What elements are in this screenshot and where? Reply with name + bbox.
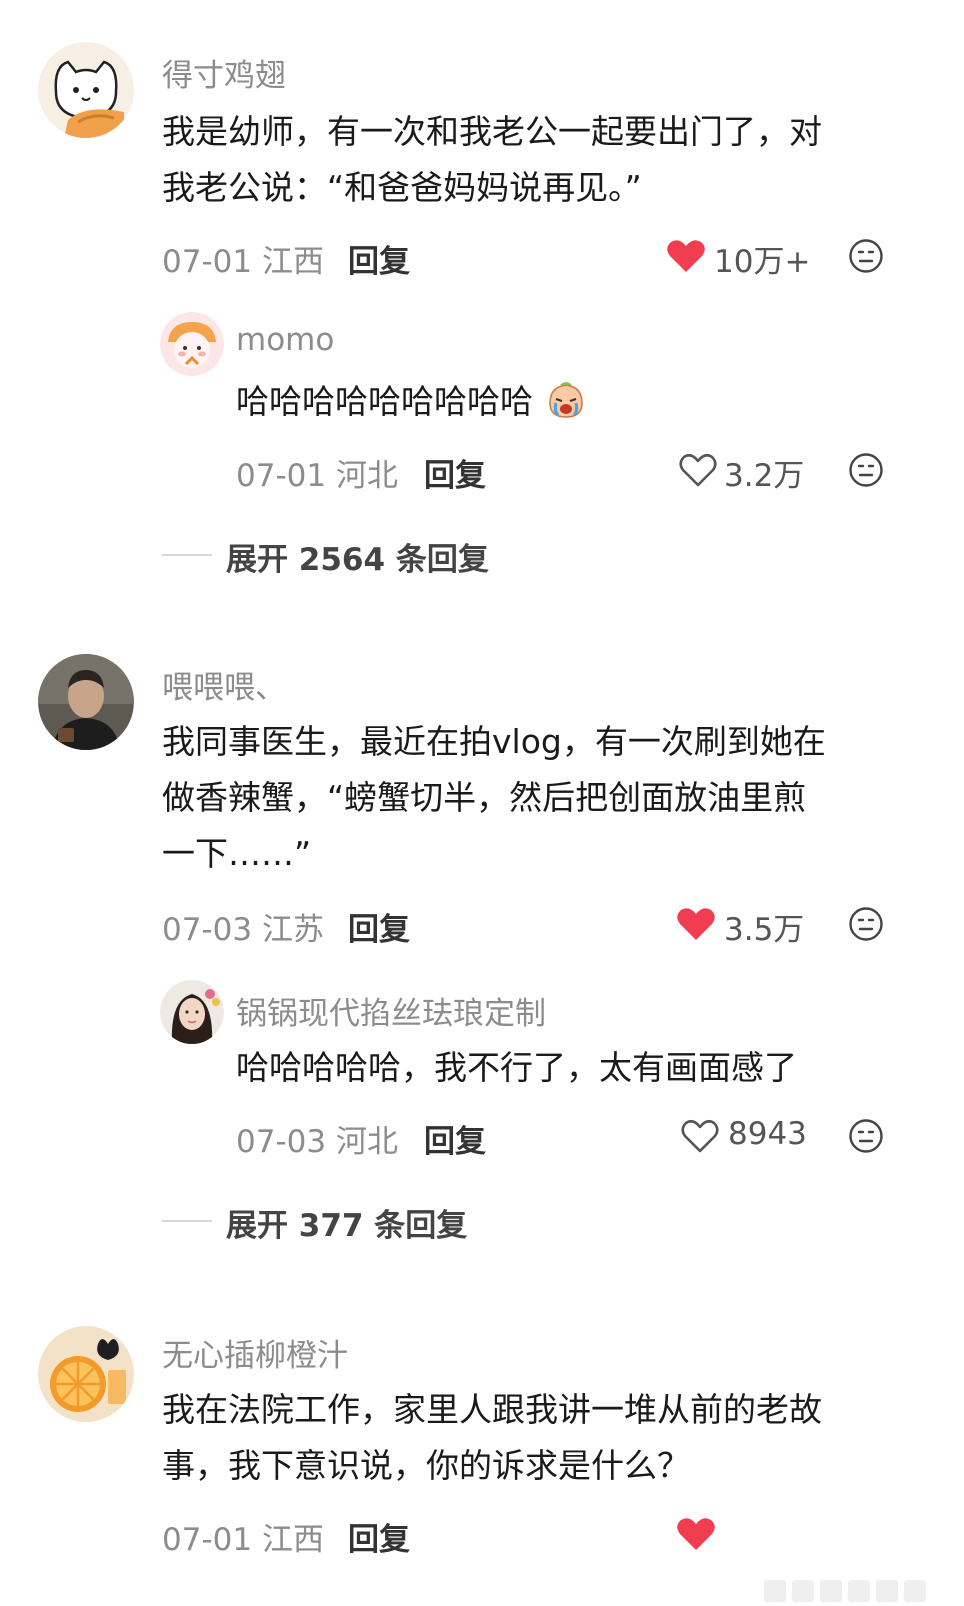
comment-username[interactable]: 无心插柳橙汁 [162, 1330, 348, 1375]
location: 河北 [335, 458, 398, 494]
date: 07-03 [162, 912, 253, 948]
comment-username[interactable]: 喂喂喂、 [162, 662, 286, 707]
reply-username[interactable]: momo [236, 322, 334, 358]
reply-button[interactable]: 回复 [348, 236, 410, 281]
avatar[interactable] [38, 1326, 134, 1422]
reply-button[interactable]: 回复 [348, 1514, 410, 1559]
avatar[interactable] [160, 980, 224, 1044]
reply-button[interactable]: 回复 [424, 450, 486, 495]
comment-text: 我是幼师，有一次和我老公一起要出门了，对 我老公说：“和爸爸妈妈说再见。” [162, 104, 822, 216]
avatar[interactable] [160, 312, 224, 376]
comment-text-line: 我在法院工作，家里人跟我讲一堆从前的老故 [162, 1390, 822, 1429]
comment-text-line: 我同事医生，最近在拍vlog，有一次刷到她在 [162, 722, 826, 761]
reply-text-content: 哈哈哈哈哈哈哈哈哈 [236, 382, 533, 421]
comment-date: 07-03 江苏 [162, 904, 324, 949]
avatar[interactable] [38, 42, 134, 138]
comment-text-line: 做香辣蟹，“螃蟹切半，然后把创面放油里煎 [162, 778, 807, 817]
emoji-face-icon[interactable] [848, 238, 884, 274]
reply-username[interactable]: 锅锅现代掐丝珐琅定制 [236, 988, 546, 1033]
location: 江苏 [261, 912, 324, 948]
reply-text: 哈哈哈哈哈哈哈哈哈 [236, 374, 588, 430]
comment-text-line: 我老公说：“和爸爸妈妈说再见。” [162, 168, 642, 207]
date: 07-03 [236, 1124, 327, 1160]
expand-divider [162, 554, 212, 556]
emoji-face-icon[interactable] [848, 452, 884, 488]
expand-replies-button[interactable]: 展开 2564 条回复 [226, 534, 489, 579]
reply-button[interactable]: 回复 [348, 904, 410, 949]
heart-icon[interactable] [676, 906, 716, 942]
comment-text: 我在法院工作，家里人跟我讲一堆从前的老故 事，我下意识说，你的诉求是什么？ [162, 1382, 822, 1494]
like-count: 8943 [728, 1116, 807, 1152]
reply-date: 07-03 河北 [236, 1116, 398, 1161]
emoji-face-icon[interactable] [848, 1118, 884, 1154]
date: 07-01 [162, 1522, 253, 1558]
watermark-block [820, 1580, 842, 1602]
heart-outline-icon[interactable] [680, 1118, 720, 1154]
avatar[interactable] [38, 654, 134, 750]
like-count: 10万+ [714, 244, 811, 280]
reply-text-content: 哈哈哈哈哈，我不行了，太有画面感了 [236, 1048, 797, 1087]
heart-icon[interactable] [676, 1516, 716, 1552]
watermark-block [904, 1580, 926, 1602]
reply-date: 07-01 河北 [236, 450, 398, 495]
reply-text: 哈哈哈哈哈，我不行了，太有画面感了 [236, 1040, 797, 1096]
location: 江西 [261, 1522, 324, 1558]
comment-text-line: 事，我下意识说，你的诉求是什么？ [162, 1446, 690, 1485]
location: 江西 [261, 244, 324, 280]
heart-icon[interactable] [666, 238, 706, 274]
expand-divider [162, 1220, 212, 1222]
crying-emoji-icon [548, 382, 583, 418]
like-count: 3.5万 [724, 912, 805, 948]
comment-text: 我同事医生，最近在拍vlog，有一次刷到她在 做香辣蟹，“螃蟹切半，然后把创面放… [162, 714, 826, 882]
heart-outline-icon[interactable] [678, 452, 718, 488]
expand-replies-button[interactable]: 展开 377 条回复 [226, 1200, 467, 1245]
watermark-block [764, 1580, 786, 1602]
comment-text-line: 一下……” [162, 834, 312, 873]
watermark [764, 1580, 926, 1602]
location: 河北 [335, 1124, 398, 1160]
date: 07-01 [236, 458, 327, 494]
date: 07-01 [162, 244, 253, 280]
reply-button[interactable]: 回复 [424, 1116, 486, 1161]
emoji-face-icon[interactable] [848, 906, 884, 942]
comment-date: 07-01 江西 [162, 236, 324, 281]
watermark-block [848, 1580, 870, 1602]
watermark-block [792, 1580, 814, 1602]
comment-text-line: 我是幼师，有一次和我老公一起要出门了，对 [162, 112, 822, 151]
comment-username[interactable]: 得寸鸡翅 [162, 50, 286, 95]
like-count: 3.2万 [724, 458, 805, 494]
watermark-block [876, 1580, 898, 1602]
comment-date: 07-01 江西 [162, 1514, 324, 1559]
